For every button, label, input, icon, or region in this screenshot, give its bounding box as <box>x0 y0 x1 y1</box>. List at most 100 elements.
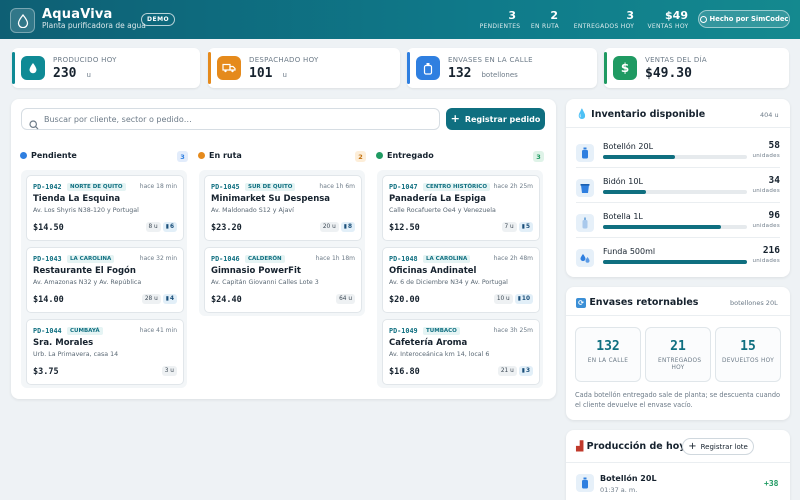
bottles-chip: ▮ 10 <box>514 294 533 304</box>
item-qty: 58 <box>768 140 780 151</box>
kpi-produced: PRODUCIDO HOY 230 u <box>12 48 200 88</box>
header-stat-sales: $49 VENTAS HOY <box>647 9 689 31</box>
item-unit: unidades <box>752 258 780 264</box>
order-card[interactable]: PD-1044 CUMBAYÁ hace 41 min Sra. Morales… <box>26 319 184 385</box>
bottle-icon: ▮ <box>517 296 521 302</box>
column-count: 2 <box>355 151 366 162</box>
brand-name: AquaViva <box>42 7 113 22</box>
customer-address: Av. Amazonas N32 y Av. República <box>33 279 142 286</box>
order-card[interactable]: PD-1045 SUR DE QUITO hace 1h 6m Minimark… <box>204 175 362 241</box>
returnables-stat: 21 ENTREGADOS HOY <box>645 327 711 382</box>
item-name: Botella 1L <box>603 212 643 221</box>
item-qty: 216 <box>762 245 780 256</box>
customer-name: Oficinas Andinatel <box>389 266 477 276</box>
bottles-chip: ▮ 4 <box>162 294 177 304</box>
recycle-icon: ⟳ <box>576 298 586 308</box>
order-time: hace 18 min <box>139 183 177 190</box>
kpi-value: 132 botellones <box>448 66 518 81</box>
order-price: $24.40 <box>211 295 242 305</box>
customer-name: Cafetería Aroma <box>389 338 468 348</box>
order-price: $20.00 <box>389 295 420 305</box>
bottle-icon: ▮ <box>165 224 169 230</box>
status-dot <box>376 152 383 159</box>
small-bottle-icon <box>576 214 594 232</box>
item-qty: 96 <box>768 210 780 221</box>
order-id: PD-1047 <box>389 183 418 191</box>
order-id: PD-1045 <box>211 183 240 191</box>
register-order-button[interactable]: + Registrar pedido <box>446 108 545 130</box>
order-id: PD-1042 <box>33 183 62 191</box>
bottle-icon: ▮ <box>343 224 347 230</box>
customer-address: Urb. La Primavera, casa 14 <box>33 351 119 358</box>
production-item-delta: +38 <box>764 479 779 488</box>
register-batch-button[interactable]: + Registrar lote <box>682 438 754 455</box>
zone-badge: SUR DE QUITO <box>245 183 296 191</box>
order-id: PD-1049 <box>389 327 418 335</box>
production-title: ▟ Producción de hoy <box>576 441 686 452</box>
production-item-name: Botellón 20L <box>600 474 657 483</box>
item-name: Funda 500ml <box>603 247 656 256</box>
bottles-chip: ▮ 6 <box>162 222 177 232</box>
returnables-stat: 15 DEVUELTOS HOY <box>715 327 781 382</box>
customer-address: Calle Rocafuerte Oe4 y Venezuela <box>389 207 496 214</box>
order-card[interactable]: PD-1043 LA CAROLINA hace 32 min Restaura… <box>26 247 184 313</box>
order-id: PD-1048 <box>389 255 418 263</box>
bottle-icon: ▮ <box>521 368 525 374</box>
status-dot <box>198 152 205 159</box>
brand-subtitle: Planta purificadora de agua <box>42 21 146 30</box>
returnables-note: Cada botellón entregado sale de planta; … <box>575 391 781 409</box>
order-card[interactable]: PD-1046 CALDERÓN hace 1h 18m Gimnasio Po… <box>204 247 362 313</box>
column-count: 3 <box>177 151 188 162</box>
drop-icon: 💧 <box>576 109 588 120</box>
zone-badge: CALDERÓN <box>245 255 285 263</box>
units-chip: 64 u <box>336 294 355 304</box>
item-unit: unidades <box>752 153 780 159</box>
item-unit: unidades <box>752 223 780 229</box>
production-item-time: 01:37 a. m. <box>600 486 638 494</box>
order-time: hace 32 min <box>139 255 177 262</box>
order-card[interactable]: PD-1049 TUMBACO hace 3h 25m Cafetería Ar… <box>382 319 540 385</box>
bottles-chip: ▮ 8 <box>340 222 355 232</box>
column-header-pending: Pendiente <box>20 151 77 163</box>
kpi-value: $49.30 <box>645 66 692 81</box>
made-by-button[interactable]: Hecho por SimCodec <box>698 10 790 28</box>
stock-bar <box>603 155 747 159</box>
order-time: hace 2h 48m <box>493 255 533 262</box>
zone-badge: LA CAROLINA <box>67 255 115 263</box>
order-time: hace 3h 25m <box>493 327 533 334</box>
header-stat-pending: 3 PENDIENTES <box>479 9 521 31</box>
zone-badge: NORTE DE QUITO <box>67 183 126 191</box>
customer-name: Sra. Morales <box>33 338 94 348</box>
item-qty: 34 <box>768 175 780 186</box>
customer-address: Av. Maldonado S12 y Ajaví <box>211 207 294 214</box>
order-card[interactable]: PD-1048 LA CAROLINA hace 2h 48m Oficinas… <box>382 247 540 313</box>
order-time: hace 2h 25m <box>493 183 533 190</box>
column-header-en-route: En ruta <box>198 151 242 163</box>
units-chip: 3 u <box>161 366 177 376</box>
item-unit: unidades <box>752 188 780 194</box>
customer-address: Av. 6 de Diciembre N34 y Av. Portugal <box>389 279 508 286</box>
kpi-value: 101 u <box>249 66 287 81</box>
order-price: $14.00 <box>33 295 64 305</box>
truck-icon <box>217 56 241 80</box>
order-card[interactable]: PD-1042 NORTE DE QUITO hace 18 min Tiend… <box>26 175 184 241</box>
bottle-icon <box>576 144 594 162</box>
customer-name: Tienda La Esquina <box>33 194 121 204</box>
demo-badge: DEMO <box>141 13 176 26</box>
customer-address: Av. Capitán Giovanni Calles Lote 3 <box>211 279 319 286</box>
kpi-label: PRODUCIDO HOY <box>53 56 117 64</box>
drop-icon <box>21 56 45 80</box>
returnables-sub: botellones 20L <box>730 299 778 307</box>
order-id: PD-1043 <box>33 255 62 263</box>
bottle-icon <box>416 56 440 80</box>
units-chip: 7 u <box>501 222 517 232</box>
search-input[interactable]: Buscar por cliente, sector o pedido… <box>21 108 440 130</box>
units-chip: 28 u <box>141 294 161 304</box>
zone-badge: TUMBACO <box>423 327 460 335</box>
order-price: $23.20 <box>211 223 242 233</box>
order-card[interactable]: PD-1047 CENTRO HISTÓRICO hace 2h 25m Pan… <box>382 175 540 241</box>
bottle-icon: ▮ <box>165 296 169 302</box>
order-price: $3.75 <box>33 367 59 377</box>
customer-name: Panadería La Espiga <box>389 194 486 204</box>
header-stat-en-route: 2 EN RUTA <box>530 9 560 31</box>
